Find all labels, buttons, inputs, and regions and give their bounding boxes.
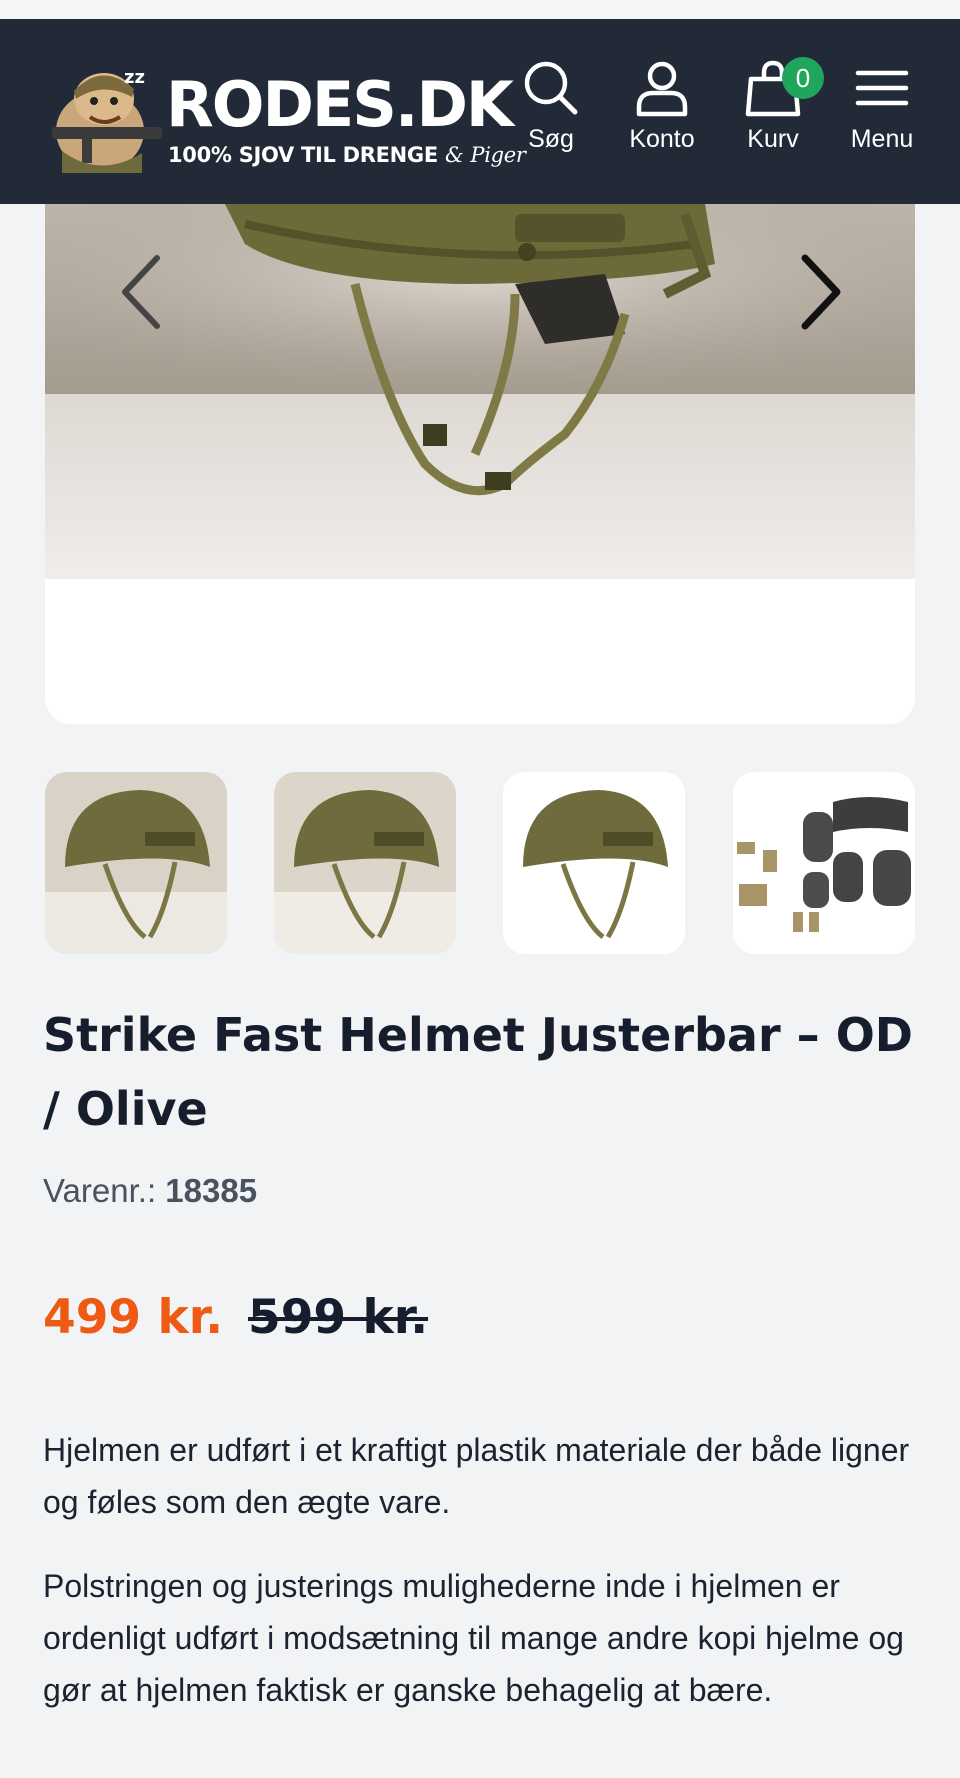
accessories-thumb [733, 772, 915, 954]
search-icon [524, 61, 578, 115]
user-icon [636, 61, 688, 117]
mascot-logo-icon: zz [52, 67, 162, 173]
helmet-thumb-2 [274, 772, 456, 954]
product-main-image[interactable] [45, 204, 915, 579]
menu-button[interactable]: Menu [827, 59, 937, 189]
gallery-prev-arrow-icon[interactable] [107, 242, 177, 342]
gallery-thumbnail-2[interactable] [274, 772, 456, 954]
logo-tagline: 100% SJOV TIL DRENGE & Piger [168, 143, 526, 167]
gallery-thumbnail-3[interactable] [503, 772, 685, 954]
account-label: Konto [629, 125, 695, 153]
search-button[interactable]: Søg [496, 59, 606, 189]
status-strip [0, 0, 960, 19]
gallery-thumbnail-1[interactable] [45, 772, 227, 954]
cart-count-badge: 0 [782, 57, 824, 99]
sku-value: 18385 [165, 1172, 258, 1209]
site-logo[interactable]: zz RODES.DK 100% SJOV TIL DRENGE & Piger [42, 61, 526, 181]
product-image-gallery [45, 204, 915, 724]
product-title: Strike Fast Helmet Justerbar – OD / Oliv… [43, 1008, 913, 1136]
site-header: zz RODES.DK 100% SJOV TIL DRENGE & Piger… [0, 19, 960, 204]
original-price: 599 kr. [248, 1290, 429, 1345]
gallery-next-arrow-icon[interactable] [785, 242, 855, 342]
product-sku: Varenr.: 18385 [43, 1172, 257, 1210]
description-paragraph-1: Hjelmen er udført i et kraftigt plastik … [43, 1432, 910, 1520]
account-button[interactable]: Konto [607, 59, 717, 189]
helmet-thumb-1 [45, 772, 227, 954]
cart-label: Kurv [747, 125, 799, 153]
svg-text:zz: zz [124, 67, 145, 88]
search-label: Søg [528, 125, 574, 153]
sale-price: 499 kr. [43, 1290, 224, 1345]
hamburger-menu-icon [855, 70, 909, 106]
gallery-thumbnail-4[interactable] [733, 772, 915, 954]
logo-title: RODES.DK [166, 68, 514, 141]
cart-button[interactable]: Kurv 0 [718, 57, 828, 189]
logo-tagline-amp: & [444, 143, 464, 167]
menu-label: Menu [850, 125, 914, 153]
sku-label: Varenr.: [43, 1172, 157, 1209]
helmet-thumb-3 [503, 772, 685, 954]
description-paragraph-2: Polstringen og justerings mulighederne i… [43, 1568, 904, 1708]
logo-tagline-main: 100% SJOV TIL DRENGE [168, 143, 438, 167]
